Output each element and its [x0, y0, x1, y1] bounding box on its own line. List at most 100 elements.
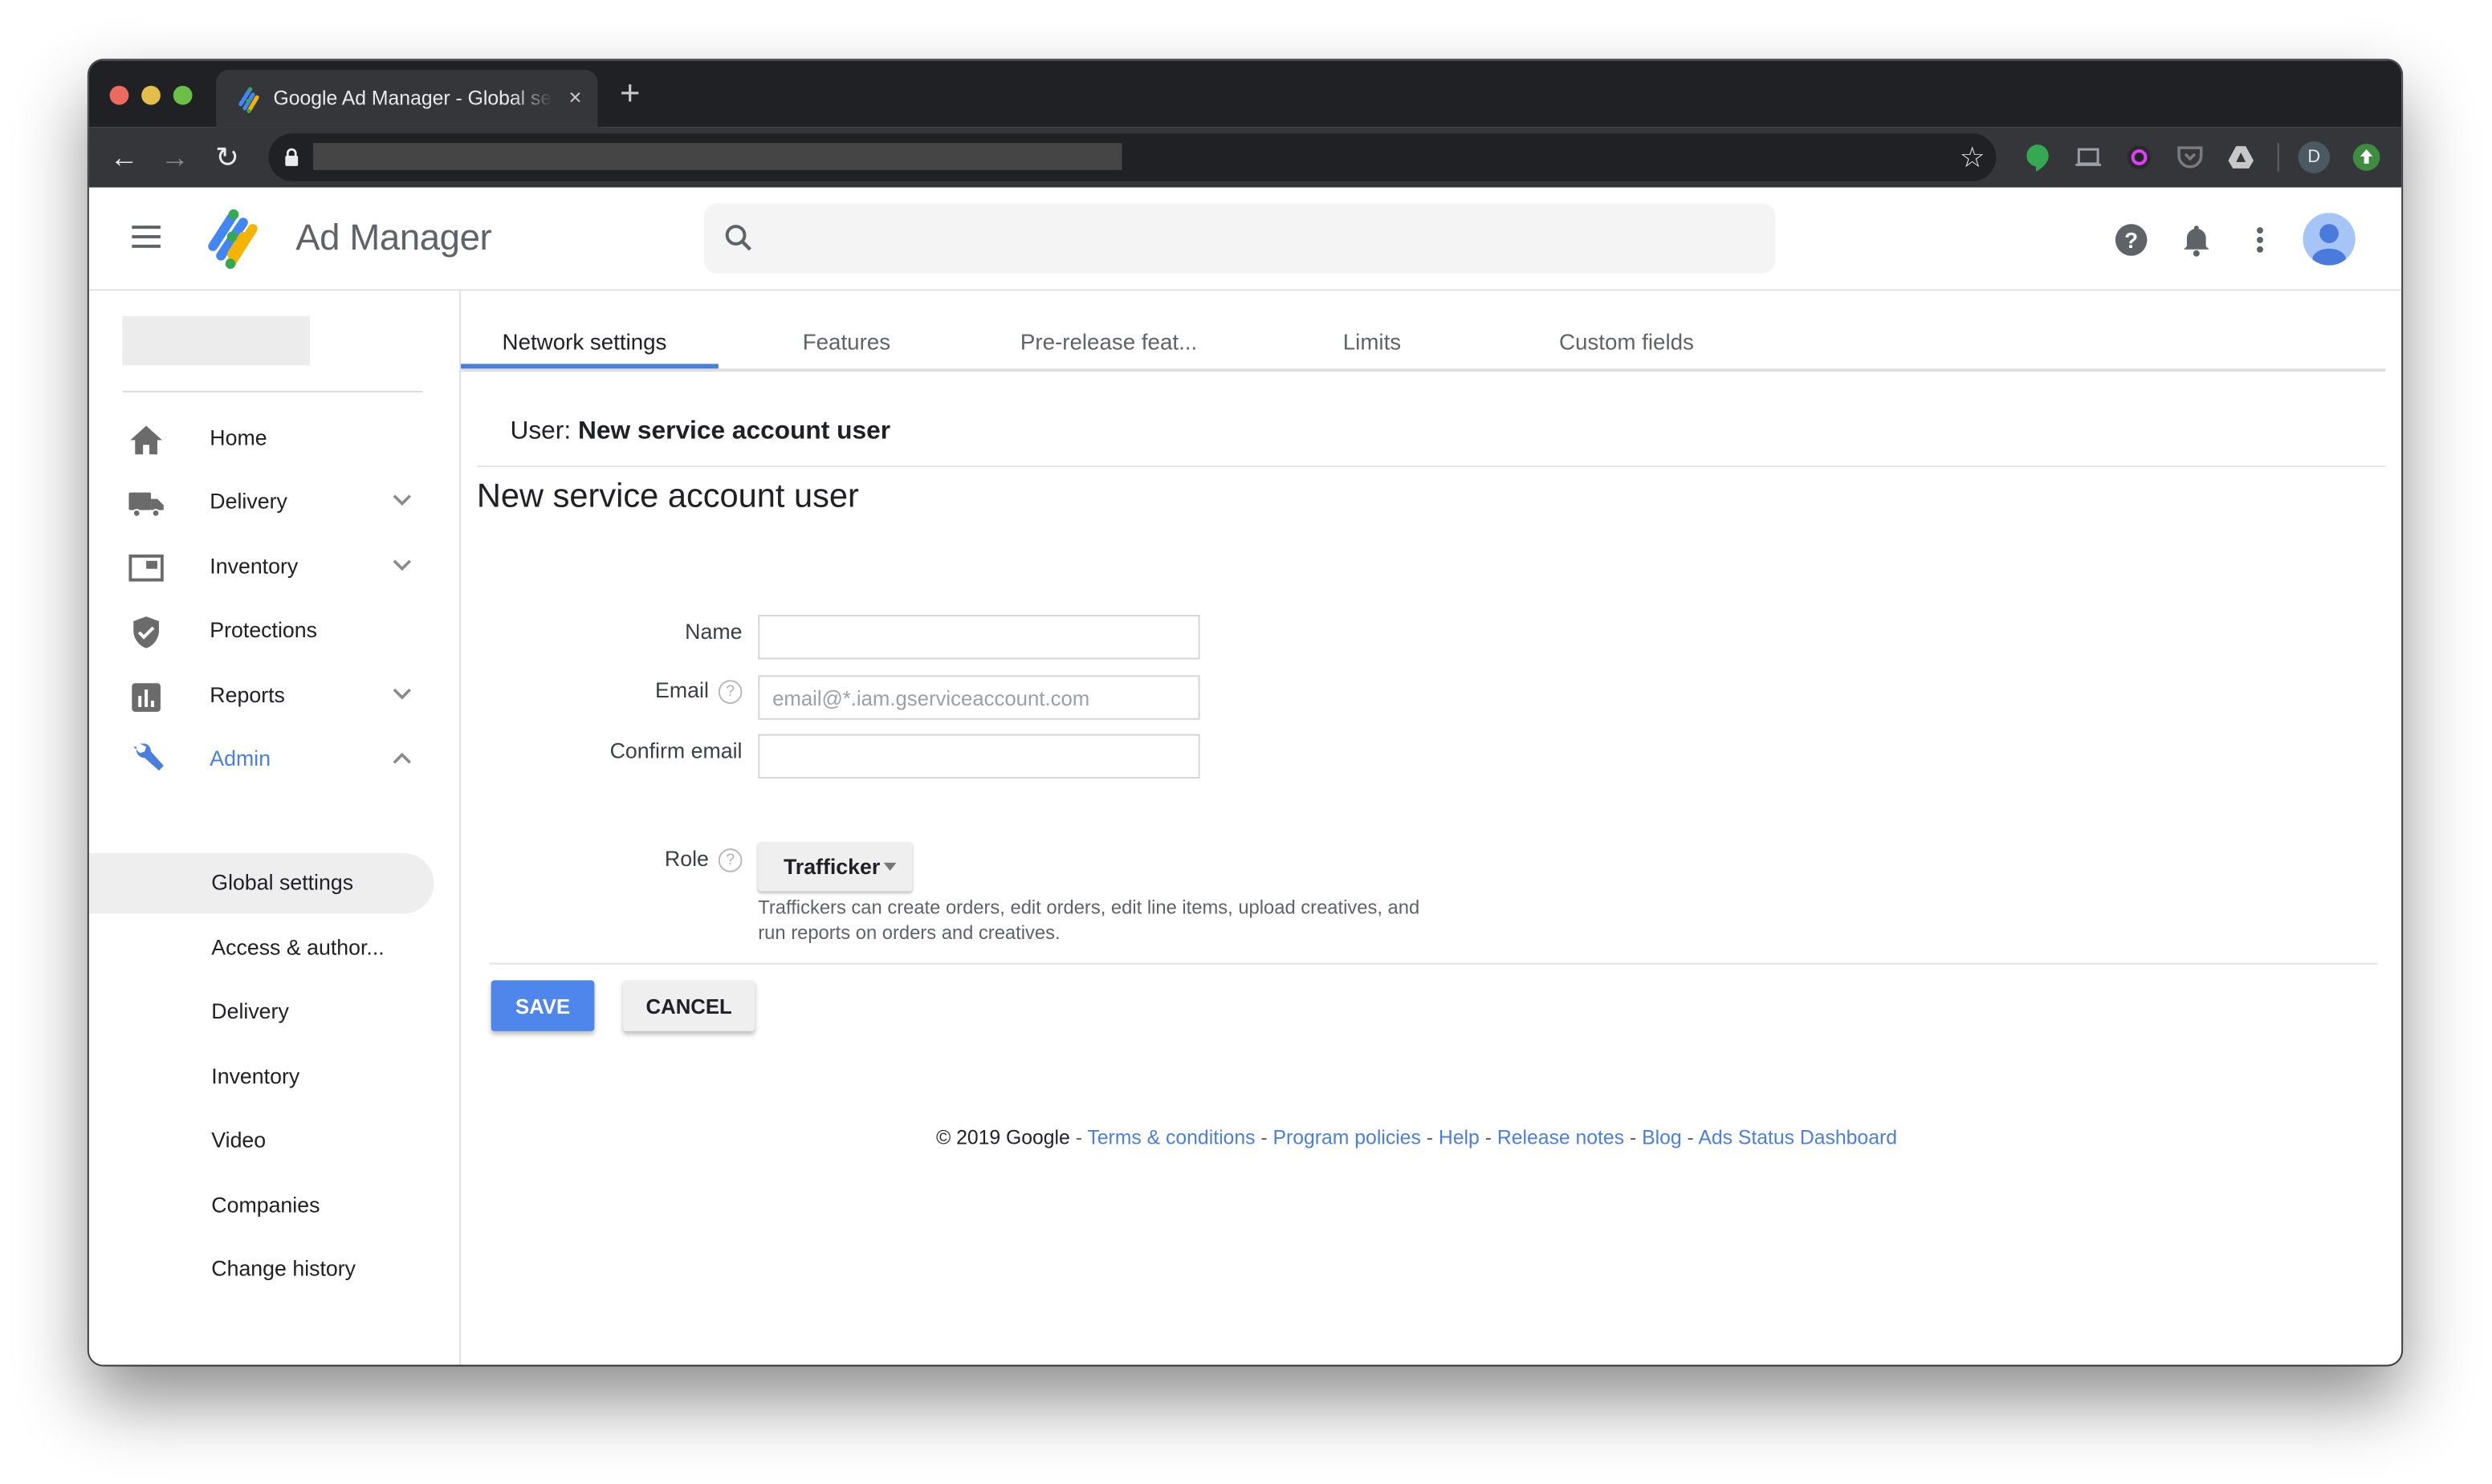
update-available-icon[interactable] [2351, 141, 2383, 173]
cast-icon[interactable] [2072, 141, 2104, 173]
sidebar-divider [122, 390, 423, 392]
sidebar-subitem-label: Delivery [211, 999, 289, 1023]
footer-link-program-policies[interactable]: Program policies [1273, 1127, 1421, 1149]
save-button[interactable]: SAVE [491, 980, 595, 1031]
role-help-icon[interactable]: ? [718, 848, 743, 872]
sidebar-subitem-delivery[interactable]: Delivery [89, 982, 434, 1042]
sidebar-item-inventory[interactable]: Inventory [89, 535, 459, 599]
svg-text:?: ? [2124, 228, 2138, 253]
profile-avatar[interactable]: D [2298, 141, 2331, 173]
sidebar-subitem-companies[interactable]: Companies [89, 1176, 434, 1236]
url-redacted [312, 143, 1122, 170]
confirm-email-field[interactable] [758, 734, 1200, 779]
search-bar[interactable] [703, 203, 1776, 277]
chevron-down-icon[interactable] [391, 686, 413, 702]
sidebar-item-home[interactable]: Home [89, 407, 459, 470]
sidebar-subitem-access-authorization[interactable]: Access & author... [89, 918, 434, 978]
browser-tab-active[interactable]: Google Ad Manager - Global settings × [216, 70, 598, 128]
tab-network-settings[interactable]: Network settings [503, 329, 667, 355]
notifications-bell-icon[interactable] [2177, 221, 2216, 259]
tab-features[interactable]: Features [803, 329, 890, 355]
role-label: Role? [488, 847, 743, 872]
address-bar[interactable] [268, 133, 1997, 181]
sidebar-subitem-inventory[interactable]: Inventory [89, 1047, 434, 1108]
lock-icon [285, 148, 299, 166]
toolbar-separator [2277, 143, 2279, 172]
footer-separator: - [1260, 1126, 1268, 1149]
confirm-email-label-text: Confirm email [609, 738, 743, 763]
sidebar: Home Delivery Inventory Protections Repo… [88, 291, 462, 1365]
sidebar-subitem-label: Change history [211, 1256, 356, 1281]
footer: © 2019 Google - Terms & conditions - Pro… [936, 1127, 1897, 1149]
footer-copyright: © 2019 Google [935, 1126, 1070, 1149]
main-content: Network settings Features Pre-release fe… [461, 291, 2401, 1364]
sidebar-subitem-video[interactable]: Video [89, 1111, 434, 1171]
sidebar-item-reports[interactable]: Reports [89, 664, 459, 727]
footer-link-help[interactable]: Help [1439, 1127, 1480, 1149]
hangouts-icon[interactable] [2022, 141, 2054, 173]
footer-separator: - [1426, 1126, 1433, 1149]
role-label-text: Role [664, 847, 709, 871]
close-window-button[interactable] [109, 85, 129, 105]
footer-separator: - [1687, 1126, 1694, 1149]
footer-link-release-notes[interactable]: Release notes [1497, 1127, 1624, 1149]
sidebar-subitem-label: Access & author... [211, 935, 385, 960]
confirm-email-label: Confirm email [488, 739, 743, 763]
breadcrumb-current: New service account user [577, 417, 891, 445]
breadcrumb-prefix: User: [510, 417, 572, 445]
sidebar-subitem-label: Inventory [211, 1064, 300, 1089]
breadcrumb: User: New service account user [510, 418, 890, 447]
email-label-text: Email [655, 678, 709, 702]
cancel-button[interactable]: CANCEL [623, 980, 755, 1031]
dropdown-caret-icon [883, 862, 897, 871]
chevron-up-icon[interactable] [391, 750, 413, 766]
footer-link-terms[interactable]: Terms & conditions [1087, 1127, 1255, 1149]
footer-link-ads-status-dashboard[interactable]: Ads Status Dashboard [1698, 1127, 1897, 1149]
account-avatar[interactable] [2303, 213, 2356, 266]
form-divider [489, 962, 2378, 965]
network-name-redacted [122, 315, 311, 366]
chevron-down-icon[interactable] [391, 558, 413, 574]
wrench-icon [133, 743, 164, 771]
tab-limits[interactable]: Limits [1343, 329, 1401, 355]
help-icon[interactable]: ? [2112, 221, 2151, 259]
email-help-icon[interactable]: ? [718, 680, 743, 704]
person-icon [2312, 224, 2346, 266]
role-description: Traffickers can create orders, edit orde… [758, 896, 1420, 943]
tab-custom-fields[interactable]: Custom fields [1559, 329, 1694, 355]
sidebar-item-delivery[interactable]: Delivery [89, 470, 459, 534]
sidebar-item-admin[interactable]: Admin [89, 728, 459, 791]
more-options-icon[interactable] [2241, 221, 2279, 259]
sidebar-subitem-global-settings[interactable]: Global settings [88, 853, 434, 914]
screenshot-stage: Google Ad Manager - Global settings × + … [0, 0, 2492, 1484]
forward-button[interactable]: → [157, 140, 193, 175]
role-selected-value: Trafficker [783, 855, 881, 879]
footer-link-blog[interactable]: Blog [1642, 1127, 1682, 1149]
main-menu-icon[interactable] [132, 226, 161, 248]
email-field[interactable] [758, 675, 1200, 720]
reload-button[interactable]: ↻ [210, 140, 245, 175]
sidebar-subitem-label: Video [211, 1128, 267, 1153]
role-dropdown[interactable]: Trafficker [758, 842, 913, 892]
back-button[interactable]: ← [107, 140, 142, 175]
ad-manager-logo-icon [208, 209, 258, 269]
maximize-window-button[interactable] [173, 85, 193, 105]
bookmark-star-icon[interactable]: ☆ [1955, 140, 1990, 175]
minimize-window-button[interactable] [141, 85, 161, 105]
pocket-icon[interactable] [2174, 141, 2206, 173]
sidebar-item-label: Admin [210, 746, 271, 771]
search-input[interactable] [768, 203, 1760, 277]
sidebar-item-protections[interactable]: Protections [89, 599, 459, 662]
tab-pre-release-features[interactable]: Pre-release feat... [1020, 329, 1197, 355]
name-field[interactable] [758, 615, 1200, 660]
inventory-icon [128, 554, 164, 582]
google-drive-icon[interactable] [2225, 141, 2257, 173]
sidebar-subitem-change-history[interactable]: Change history [89, 1239, 434, 1299]
close-tab-icon[interactable]: × [568, 84, 581, 110]
new-tab-button[interactable]: + [620, 75, 640, 112]
sidebar-item-label: Delivery [210, 489, 287, 514]
sidebar-item-label: Home [210, 425, 267, 450]
color-picker-icon[interactable] [2123, 141, 2156, 173]
footer-separator: - [1629, 1126, 1637, 1149]
chevron-down-icon[interactable] [391, 493, 413, 509]
